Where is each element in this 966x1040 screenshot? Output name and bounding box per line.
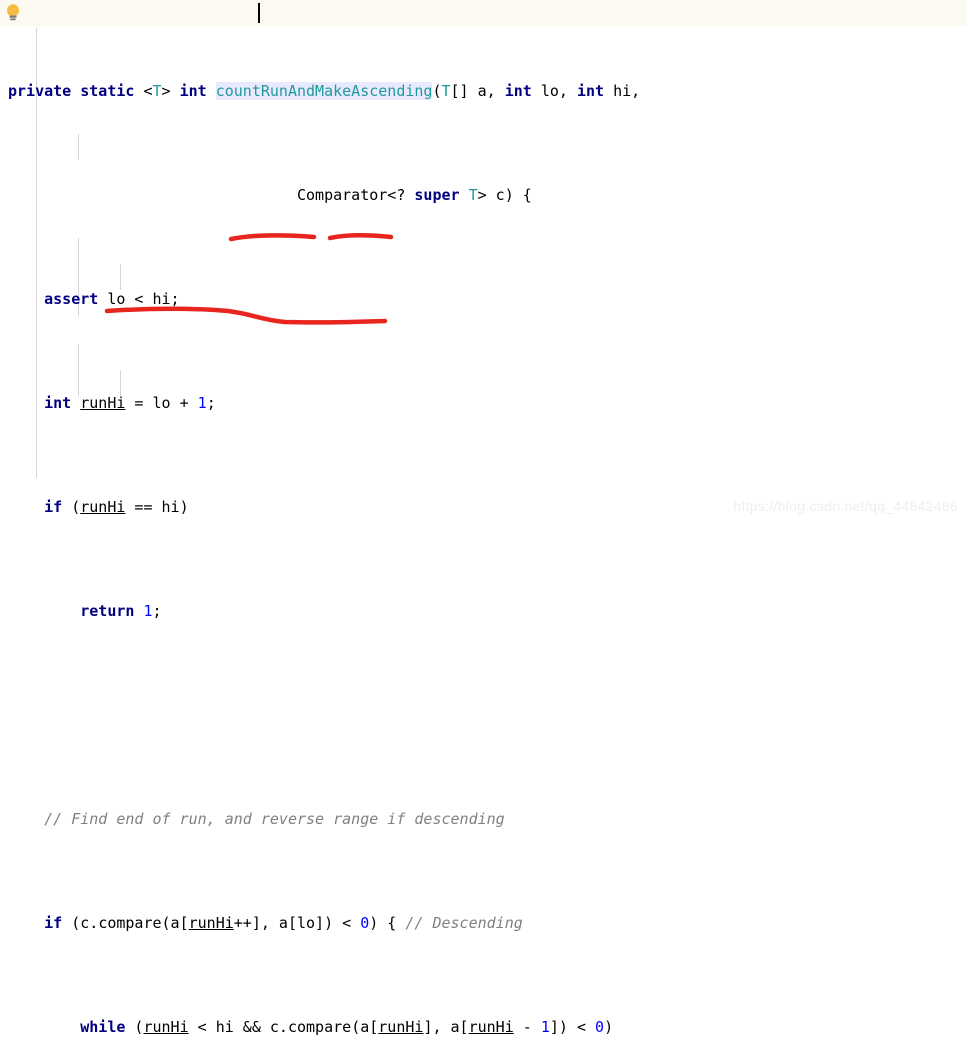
comment-find-end-of-run: // Find end of run, and reverse range if… [44, 810, 505, 828]
token-keyword-if: if [44, 914, 63, 932]
code-line[interactable]: return 1; [0, 598, 966, 624]
token-var-runhi: runHi [378, 1018, 424, 1036]
token-number-1: 1 [143, 602, 153, 620]
token-number-1: 1 [540, 1018, 550, 1036]
annotation-layer [104, 233, 394, 325]
token-var-runhi: runHi [188, 914, 234, 932]
comment-descending: // Descending [405, 914, 523, 932]
code-editor[interactable]: private static <T> int countRunAndMakeAs… [0, 0, 966, 1036]
token-method-compare: compare [98, 914, 162, 932]
token-var-runhi: runHi [468, 1018, 514, 1036]
token-var-runhi: runHi [143, 1018, 189, 1036]
code-line-blank[interactable] [0, 702, 966, 728]
token-method-compare: compare [287, 1018, 352, 1036]
underline-a-lo [327, 233, 394, 241]
token-keyword-while: while [80, 1018, 126, 1036]
code-line[interactable]: // Find end of run, and reverse range if… [0, 806, 966, 832]
code-line[interactable]: while (runHi < hi && c.compare(a[runHi],… [0, 1014, 966, 1040]
token-number-0: 0 [360, 914, 370, 932]
token-keyword-return: return [80, 602, 135, 620]
token-number-0: 0 [595, 1018, 605, 1036]
underline-reverse-range [104, 306, 388, 325]
code-line[interactable]: if (c.compare(a[runHi++], a[lo]) < 0) { … [0, 910, 966, 936]
underline-runhi-increment [228, 233, 317, 242]
watermark: https://blog.csdn.net/qq_44842466 [733, 498, 958, 514]
